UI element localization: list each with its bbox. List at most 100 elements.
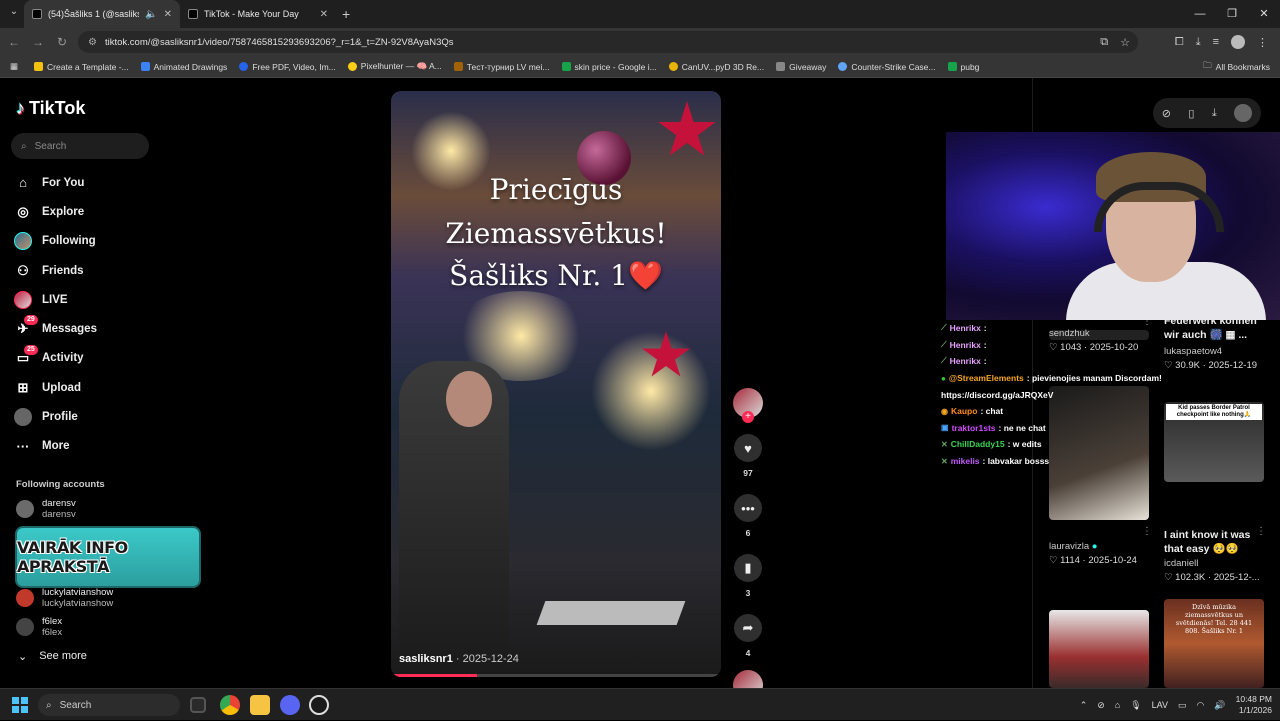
back-icon[interactable]: ← <box>2 35 26 49</box>
windows-start-icon[interactable] <box>12 697 28 713</box>
bookmark-item[interactable]: Free PDF, Video, Im... <box>233 62 341 72</box>
vpn-icon[interactable]: ⌂ <box>1115 700 1120 710</box>
tab-search-icon[interactable]: ⌄ <box>6 6 22 22</box>
windows-taskbar: ⌕ Search ⌃ ⊘ ⌂ 🎙 LAV ▭ ◠ 🔊 10:48 PM 1/1/… <box>0 688 1280 720</box>
bookmark-item[interactable]: Тест-турнир LV mei... <box>448 62 556 72</box>
download-icon[interactable]: ⤓ <box>1196 36 1201 49</box>
following-account[interactable]: luckylatvianshow luckylatvianshow <box>16 587 113 609</box>
bookmark-item[interactable]: Giveaway <box>770 62 832 72</box>
video-player[interactable]: Priecīgus Ziemassvētkus! Šašliks Nr. 1❤️… <box>391 91 721 677</box>
more-options-icon[interactable]: ⋮ <box>1142 526 1152 537</box>
search-icon: ⌕ <box>21 140 27 152</box>
sidebar-item-upload[interactable]: ⊞ Upload <box>14 373 97 402</box>
heart-icon[interactable]: ♥ <box>734 434 762 462</box>
discord-icon[interactable] <box>280 695 300 715</box>
bookmark-item[interactable]: Counter-Strike Case... <box>832 62 941 72</box>
sidebar-item-messages[interactable]: ✈ 29 Messages <box>14 314 97 343</box>
microphone-icon[interactable]: 🎙 <box>1130 700 1141 711</box>
grid-title[interactable]: I aint know it was that easy 🥺🥺 <box>1164 528 1264 556</box>
user-avatar[interactable] <box>1234 104 1253 122</box>
chevron-up-icon[interactable]: ⌃ <box>1080 700 1088 711</box>
video-author[interactable]: sasliksnr1 <box>399 653 453 665</box>
file-explorer-icon[interactable] <box>250 695 270 715</box>
see-more-button[interactable]: ⌄ See more <box>18 650 87 663</box>
share-action[interactable]: ➦ 4 <box>733 614 763 658</box>
bookmark-item[interactable]: CanUV...pyD 3D Re... <box>663 62 770 72</box>
chrome-icon[interactable] <box>220 695 240 715</box>
like-action[interactable]: ♥ 97 <box>733 434 763 478</box>
new-tab-button[interactable]: + <box>342 6 350 22</box>
clock[interactable]: 10:48 PM 1/1/2026 <box>1236 694 1272 716</box>
install-app-icon[interactable]: ⧉ <box>1100 36 1108 49</box>
sidebar-item-following[interactable]: Following <box>14 227 97 256</box>
sound-avatar[interactable] <box>733 670 763 688</box>
task-view-icon[interactable] <box>190 697 206 713</box>
volume-icon[interactable]: 🔊 <box>1214 700 1225 711</box>
reload-icon[interactable]: ↻ <box>50 35 74 49</box>
sidebar-item-friends[interactable]: ⚇ Friends <box>14 256 97 285</box>
all-bookmarks-button[interactable]: 🗀 All Bookmarks <box>1203 56 1270 78</box>
video-thumbnail[interactable] <box>1049 610 1149 688</box>
obs-icon[interactable] <box>309 695 329 715</box>
bookmark-star-icon[interactable]: ☆ <box>1120 36 1130 49</box>
more-icon: ··· <box>16 438 30 454</box>
bookmark-favicon-icon <box>668 62 678 71</box>
compass-icon[interactable]: ⊘ <box>1162 107 1171 120</box>
sidebar-item-more[interactable]: ··· More <box>14 432 97 461</box>
apps-icon[interactable]: ▦ <box>0 61 28 72</box>
device-icon[interactable]: ▯ <box>1188 107 1194 120</box>
video-thumbnail[interactable]: Dzīvā mūzika ziemassvētkus un svētdienās… <box>1164 599 1264 688</box>
bookmark-item[interactable]: Animated Drawings <box>135 62 234 72</box>
wifi-icon[interactable]: ◠ <box>1197 700 1205 711</box>
url-field[interactable]: ⚙ tiktok.com/@sasliksnr1/video/758746581… <box>78 31 1138 53</box>
tiktok-logo[interactable]: ♪ TikTok <box>16 98 85 119</box>
media-control-icon[interactable]: ≡ <box>1213 36 1219 48</box>
network-off-icon[interactable]: ⊘ <box>1097 700 1105 711</box>
browser-tab-active[interactable]: (54)Šašliks 1 (@sasliksnr1) 🔈 ✕ <box>24 0 180 28</box>
maximize-icon[interactable]: ❐ <box>1216 0 1248 28</box>
mute-tab-icon[interactable]: 🔈 <box>145 9 157 20</box>
sidebar-item-explore[interactable]: ◎ Explore <box>14 197 97 226</box>
video-progress-bar[interactable] <box>391 674 721 677</box>
monitor-icon[interactable]: ▭ <box>1178 700 1187 711</box>
sidebar-item-profile[interactable]: Profile <box>14 402 97 431</box>
bookmark-item[interactable]: Pixelhunter — 🧠 A... <box>342 61 448 72</box>
author-avatar[interactable]: + <box>733 388 763 423</box>
bookmark-item[interactable]: pubg <box>942 62 986 72</box>
follow-plus-icon[interactable]: + <box>742 411 754 423</box>
taskbar-search[interactable]: ⌕ Search <box>38 694 180 716</box>
save-action[interactable]: ▮ 3 <box>733 554 763 598</box>
bookmark-icon[interactable]: ▮ <box>734 554 762 582</box>
site-info-icon[interactable]: ⚙ <box>88 37 97 48</box>
grid-user[interactable]: icdaniell <box>1164 558 1198 569</box>
comment-action[interactable]: ••• 6 <box>733 494 763 538</box>
language-indicator[interactable]: LAV <box>1152 700 1168 710</box>
bookmark-item[interactable]: skin price - Google i... <box>556 62 663 72</box>
following-account[interactable]: f6lex f6lex <box>16 616 62 638</box>
avatar <box>16 500 34 518</box>
extensions-icon[interactable]: ⧠ <box>1175 36 1184 49</box>
bookmark-item[interactable]: Create a Template -... <box>28 62 135 72</box>
sidebar-item-for-you[interactable]: ⌂ For You <box>14 168 97 197</box>
info-overlay-banner: VAIRĀK INFO APRAKSTĀ <box>15 526 201 588</box>
sidebar-item-activity[interactable]: ▭ 25 Activity <box>14 344 97 373</box>
download-icon[interactable]: ⤓ <box>1212 107 1217 120</box>
menu-icon[interactable]: ⋮ <box>1257 36 1268 49</box>
comment-icon[interactable]: ••• <box>734 494 762 522</box>
chat-line: ✕ ChillDaddy15: w edits <box>941 439 1042 450</box>
minimize-icon[interactable]: — <box>1184 0 1216 28</box>
following-account[interactable]: darensv darensv <box>16 498 76 520</box>
search-input[interactable]: ⌕ Search <box>11 133 149 159</box>
share-icon[interactable]: ➦ <box>734 614 762 642</box>
browser-tab[interactable]: TikTok - Make Your Day ✕ <box>180 0 336 28</box>
profile-avatar[interactable] <box>1231 35 1245 49</box>
badge-icon: ◉ <box>941 406 948 416</box>
sidebar-item-live[interactable]: LIVE <box>14 285 97 314</box>
forward-icon[interactable]: → <box>26 35 50 49</box>
close-tab-icon[interactable]: ✕ <box>164 9 172 20</box>
close-window-icon[interactable]: ✕ <box>1248 0 1280 28</box>
close-tab-icon[interactable]: ✕ <box>320 9 328 20</box>
live-avatar-icon <box>14 290 32 309</box>
video-date: 2025-12-24 <box>462 653 519 665</box>
grid-user[interactable]: lauravizla ● <box>1049 541 1098 552</box>
